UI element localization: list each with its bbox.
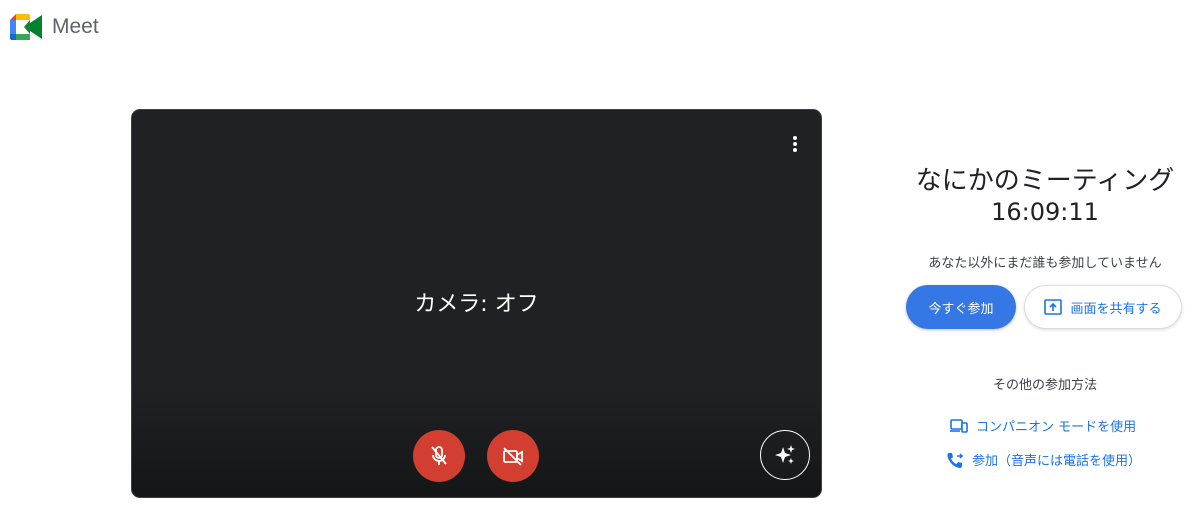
visual-effects-button[interactable] (760, 430, 810, 480)
present-screen-icon (1044, 299, 1063, 315)
phone-audio-label: 参加（音声には電話を使用） (972, 454, 1142, 469)
mic-off-icon (431, 446, 447, 465)
camera-status-text: カメラ: オフ (414, 292, 539, 317)
meeting-title: なにかのミーティング (915, 166, 1175, 196)
videocam-off-icon (503, 447, 523, 466)
app-title: Meet (52, 15, 99, 38)
camera-toggle-button[interactable] (487, 430, 539, 482)
present-button[interactable]: 画面を共有する (1024, 285, 1182, 329)
mic-toggle-button[interactable] (413, 430, 465, 482)
other-ways-heading: その他の参加方法 (992, 378, 1097, 393)
sparkle-effects-icon (775, 445, 795, 464)
present-button-label: 画面を共有する (1070, 301, 1162, 317)
phone-forward-icon (947, 452, 964, 468)
companion-mode-label: コンパニオン モードを使用 (976, 420, 1137, 435)
meet-logo-icon (10, 14, 42, 40)
meeting-time: 16:09:11 (991, 198, 1099, 226)
app-header: Meet (10, 12, 99, 42)
more-options-button[interactable] (783, 132, 807, 156)
join-now-button[interactable]: 今すぐ参加 (906, 285, 1016, 329)
participants-status: あなた以外にまだ誰も参加していません (928, 256, 1162, 271)
phone-audio-link[interactable]: 参加（音声には電話を使用） (946, 450, 1141, 469)
companion-mode-link[interactable]: コンパニオン モードを使用 (950, 416, 1136, 435)
devices-icon (950, 418, 968, 433)
video-preview: カメラ: オフ (132, 110, 821, 497)
more-vert-icon (793, 136, 797, 152)
